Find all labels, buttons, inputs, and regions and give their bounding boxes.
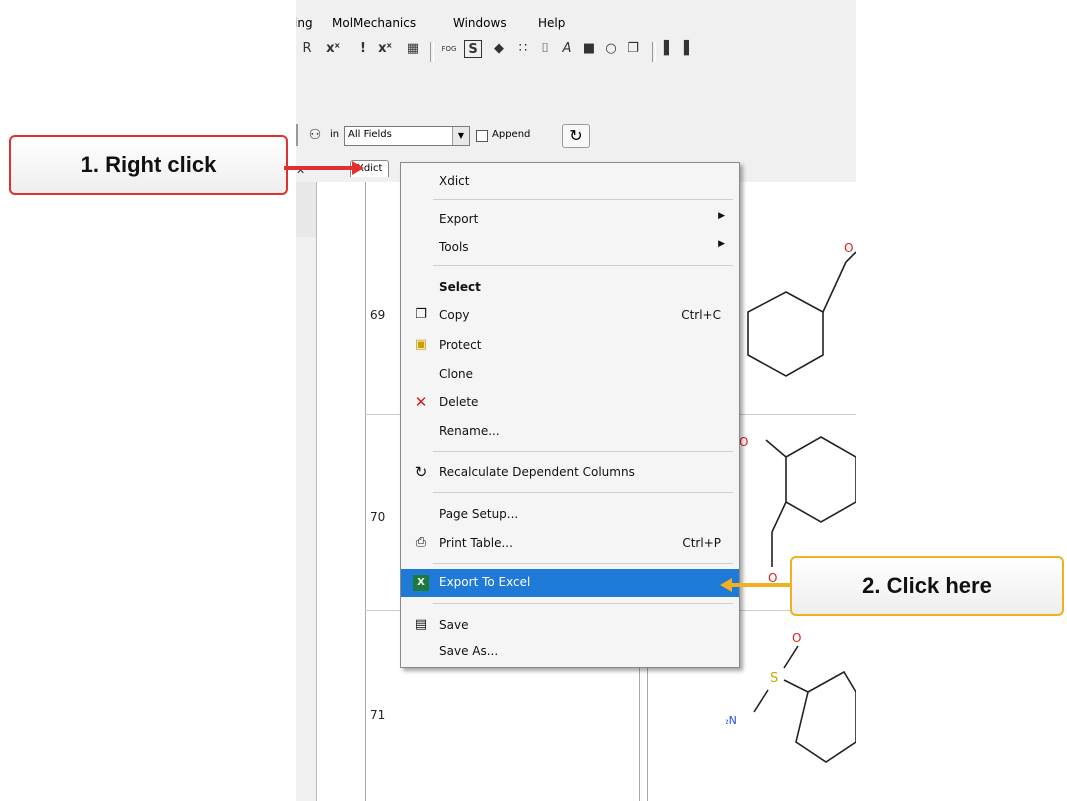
chevron-right-icon: ▶ (718, 211, 725, 221)
menu-bar: ing MolMechanics Windows Help (296, 12, 856, 34)
oxygen-label: O (792, 631, 801, 645)
square-icon[interactable]: ■ (580, 40, 598, 58)
callout-right-click: 1. Right click (9, 135, 288, 195)
menu-item-export[interactable]: Export ▶ (401, 207, 739, 233)
exclamation-icon[interactable]: ! (354, 40, 372, 58)
dots-icon[interactable]: ∷ (514, 40, 532, 58)
callout-click-here: 2. Click here (790, 556, 1064, 616)
molecule-structures: O HO O O S H₂N (726, 241, 856, 763)
menu-item-copy[interactable]: ❐ Copy Ctrl+C (401, 303, 739, 329)
in-label: in (330, 129, 340, 140)
menu-separator (433, 199, 733, 200)
amine-label: H₂N (726, 714, 737, 727)
benzene-ring (747, 291, 824, 377)
refresh-icon[interactable]: ↻ (562, 124, 590, 148)
searchbar-edge (296, 124, 298, 146)
bar-icon[interactable]: ▌ (660, 40, 678, 58)
menu-item-delete[interactable]: ✕ Delete (401, 390, 739, 416)
menu-item-page-setup[interactable]: Page Setup... (401, 502, 739, 528)
bar-icon-2[interactable]: ▌ (680, 40, 698, 58)
toolbar: R xˣ ! xˣ ▦ FOG S ◆ ∷ ⌷ A ■ ○ ❐ ▌ ▌ (296, 36, 856, 66)
toolbar-separator-2 (652, 42, 656, 62)
menu-item-windows[interactable]: Windows (453, 16, 507, 30)
row-number: 69 (370, 308, 386, 322)
menu-item-select[interactable]: Select (401, 275, 739, 301)
menu-item-tools[interactable]: Tools ▶ (401, 235, 739, 261)
field-select[interactable]: All Fields ▼ (344, 126, 470, 146)
red-arrow (284, 161, 364, 175)
menu-item-protect[interactable]: ▣ Protect (401, 333, 739, 359)
menu-separator (433, 603, 733, 604)
menu-separator (433, 451, 733, 452)
append-checkbox[interactable] (476, 130, 488, 142)
bond (783, 645, 799, 669)
menu-item-ing[interactable]: ing (296, 16, 313, 30)
menu-item-save-as[interactable]: Save As... (401, 639, 739, 665)
lock-icon: ▣ (414, 337, 428, 352)
a-icon[interactable]: A (558, 40, 576, 58)
menu-item-rename[interactable]: Rename... (401, 419, 739, 445)
copy-icon: ❐ (415, 307, 427, 322)
printer-icon: ⎙ (415, 535, 427, 550)
chevron-down-icon[interactable]: ▼ (452, 127, 469, 145)
menu-separator (433, 492, 733, 493)
menu-separator (433, 265, 733, 266)
x-superscript-icon[interactable]: xˣ (324, 40, 342, 58)
save-icon: ▤ (414, 617, 428, 632)
shortcut-text: Ctrl+C (681, 308, 721, 322)
shortcut-text: Ctrl+P (682, 536, 721, 550)
binoculars-icon[interactable]: ⚇ (306, 126, 324, 144)
oxygen-label: O (844, 241, 853, 255)
chevron-right-icon: ▶ (718, 239, 725, 249)
excel-icon: X (413, 575, 429, 591)
copy-icon[interactable]: ❐ (624, 40, 642, 58)
bond (822, 261, 847, 313)
grid-icon[interactable]: ▦ (404, 40, 422, 58)
circle-icon[interactable]: ○ (602, 40, 620, 58)
benzene-ring (795, 670, 856, 763)
append-label: Append (492, 129, 531, 140)
benzene-ring (785, 436, 856, 523)
menu-title-xdict: Xdict (439, 174, 470, 188)
grid-column-divider (365, 182, 366, 801)
delete-icon: ✕ (414, 393, 428, 411)
menu-item-recalculate[interactable]: ↻ Recalculate Dependent Columns (401, 460, 739, 486)
bond (753, 689, 769, 713)
context-menu: Xdict Export ▶ Tools ▶ Select ❐ Copy Ctr… (400, 162, 740, 668)
bond (765, 439, 787, 458)
row-number: 71 (370, 708, 386, 722)
x-superscript-icon-2[interactable]: xˣ (376, 40, 394, 58)
menu-separator (433, 563, 733, 564)
r-icon[interactable]: R (298, 40, 316, 58)
bond (771, 501, 787, 533)
bracket-icon[interactable]: ⌷ (536, 40, 554, 58)
row-number: 70 (370, 510, 386, 524)
menu-item-export-to-excel[interactable]: X Export To Excel (401, 569, 739, 597)
s-box-icon[interactable]: S (464, 40, 482, 58)
toolbar-separator (430, 42, 434, 62)
menu-item-print-table[interactable]: ⎙ Print Table... Ctrl+P (401, 531, 739, 557)
menu-item-molmechanics[interactable]: MolMechanics (332, 16, 416, 30)
bond (783, 679, 809, 693)
menu-item-save[interactable]: ▤ Save (401, 613, 739, 639)
search-bar: ⚇ in All Fields ▼ Append ↻ (296, 120, 856, 148)
yellow-arrow (720, 578, 800, 592)
sulfur-label: S (770, 671, 778, 686)
menu-item-help[interactable]: Help (538, 16, 565, 30)
refresh-icon: ↻ (414, 463, 428, 481)
menu-item-clone[interactable]: Clone (401, 362, 739, 388)
fog-icon[interactable]: FOG (440, 40, 458, 58)
car-icon[interactable]: ◆ (490, 40, 508, 58)
